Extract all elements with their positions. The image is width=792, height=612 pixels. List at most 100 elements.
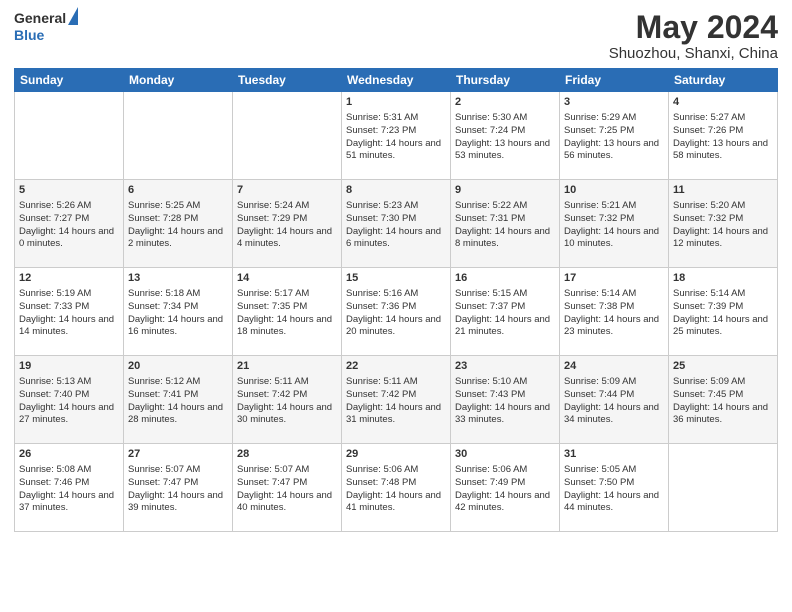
daylight-text: Daylight: 14 hours and 41 minutes. <box>346 490 446 516</box>
sunrise-text: Sunrise: 5:14 AM <box>673 288 773 301</box>
table-row: 2Sunrise: 5:30 AMSunset: 7:24 PMDaylight… <box>451 92 560 180</box>
sunset-text: Sunset: 7:32 PM <box>673 213 773 226</box>
calendar-header-row: Sunday Monday Tuesday Wednesday Thursday… <box>15 69 778 92</box>
sunrise-text: Sunrise: 5:29 AM <box>564 112 664 125</box>
daylight-text: Daylight: 14 hours and 31 minutes. <box>346 402 446 428</box>
sunrise-text: Sunrise: 5:05 AM <box>564 464 664 477</box>
day-number: 7 <box>237 183 337 198</box>
cell-content: 9Sunrise: 5:22 AMSunset: 7:31 PMDaylight… <box>455 183 555 251</box>
sunset-text: Sunset: 7:42 PM <box>346 389 446 402</box>
sunrise-text: Sunrise: 5:17 AM <box>237 288 337 301</box>
cell-content: 11 Sunrise: 5:20 AMSunset: 7:32 PMDayligh… <box>673 183 773 251</box>
cell-content: 17Sunrise: 5:14 AMSunset: 7:38 PMDayligh… <box>564 271 664 339</box>
cell-content: 6Sunrise: 5:25 AMSunset: 7:28 PMDaylight… <box>128 183 228 251</box>
day-number: 27 <box>128 447 228 462</box>
sunrise-text: Sunrise: 5:19 AM <box>19 288 119 301</box>
sunset-text: Sunset: 7:41 PM <box>128 389 228 402</box>
sunset-text: Sunset: 7:26 PM <box>673 125 773 138</box>
cell-content: 1Sunrise: 5:31 AMSunset: 7:23 PMDaylight… <box>346 95 446 163</box>
table-row: 3Sunrise: 5:29 AMSunset: 7:25 PMDaylight… <box>560 92 669 180</box>
table-row: 25Sunrise: 5:09 AMSunset: 7:45 PMDayligh… <box>669 356 778 444</box>
cell-content: 25Sunrise: 5:09 AMSunset: 7:45 PMDayligh… <box>673 359 773 427</box>
table-row: 5Sunrise: 5:26 AMSunset: 7:27 PMDaylight… <box>15 180 124 268</box>
sunset-text: Sunset: 7:43 PM <box>455 389 555 402</box>
calendar-week-row: 5Sunrise: 5:26 AMSunset: 7:27 PMDaylight… <box>15 180 778 268</box>
sunrise-text: Sunrise: 5:09 AM <box>564 376 664 389</box>
table-row: 6Sunrise: 5:25 AMSunset: 7:28 PMDaylight… <box>124 180 233 268</box>
table-row: 30Sunrise: 5:06 AMSunset: 7:49 PMDayligh… <box>451 444 560 532</box>
day-number: 29 <box>346 447 446 462</box>
cell-content: 18Sunrise: 5:14 AMSunset: 7:39 PMDayligh… <box>673 271 773 339</box>
sunset-text: Sunset: 7:47 PM <box>128 477 228 490</box>
sunset-text: Sunset: 7:47 PM <box>237 477 337 490</box>
table-row: 11 Sunrise: 5:20 AMSunset: 7:32 PMDayligh… <box>669 180 778 268</box>
daylight-text: Daylight: 13 hours and 58 minutes. <box>673 138 773 164</box>
table-row: 1Sunrise: 5:31 AMSunset: 7:23 PMDaylight… <box>342 92 451 180</box>
table-row: 14Sunrise: 5:17 AMSunset: 7:35 PMDayligh… <box>233 268 342 356</box>
table-row: 26Sunrise: 5:08 AMSunset: 7:46 PMDayligh… <box>15 444 124 532</box>
logo-blue: Blue <box>14 27 44 43</box>
sunrise-text: Sunrise: 5:31 AM <box>346 112 446 125</box>
day-number: 28 <box>237 447 337 462</box>
sunset-text: Sunset: 7:37 PM <box>455 301 555 314</box>
col-saturday: Saturday <box>669 69 778 92</box>
sunrise-text: Sunrise: 5:21 AM <box>564 200 664 213</box>
day-number: 3 <box>564 95 664 110</box>
logo: General Blue <box>14 10 78 45</box>
col-monday: Monday <box>124 69 233 92</box>
table-row: 23Sunrise: 5:10 AMSunset: 7:43 PMDayligh… <box>451 356 560 444</box>
day-number: 8 <box>346 183 446 198</box>
sunrise-text: Sunrise: 5:20 AM <box>673 200 773 213</box>
cell-content: 28Sunrise: 5:07 AMSunset: 7:47 PMDayligh… <box>237 447 337 515</box>
sunset-text: Sunset: 7:45 PM <box>673 389 773 402</box>
day-number: 17 <box>564 271 664 286</box>
daylight-text: Daylight: 14 hours and 12 minutes. <box>673 226 773 252</box>
day-number: 21 <box>237 359 337 374</box>
sunrise-text: Sunrise: 5:06 AM <box>346 464 446 477</box>
col-friday: Friday <box>560 69 669 92</box>
table-row: 24Sunrise: 5:09 AMSunset: 7:44 PMDayligh… <box>560 356 669 444</box>
cell-content: 3Sunrise: 5:29 AMSunset: 7:25 PMDaylight… <box>564 95 664 163</box>
sunset-text: Sunset: 7:32 PM <box>564 213 664 226</box>
daylight-text: Daylight: 14 hours and 6 minutes. <box>346 226 446 252</box>
col-sunday: Sunday <box>15 69 124 92</box>
sunset-text: Sunset: 7:33 PM <box>19 301 119 314</box>
cell-content: 31Sunrise: 5:05 AMSunset: 7:50 PMDayligh… <box>564 447 664 515</box>
sunrise-text: Sunrise: 5:26 AM <box>19 200 119 213</box>
table-row: 20Sunrise: 5:12 AMSunset: 7:41 PMDayligh… <box>124 356 233 444</box>
sunset-text: Sunset: 7:25 PM <box>564 125 664 138</box>
cell-content: 15Sunrise: 5:16 AMSunset: 7:36 PMDayligh… <box>346 271 446 339</box>
cell-content: 14Sunrise: 5:17 AMSunset: 7:35 PMDayligh… <box>237 271 337 339</box>
table-row: 4Sunrise: 5:27 AMSunset: 7:26 PMDaylight… <box>669 92 778 180</box>
table-row <box>15 92 124 180</box>
sunrise-text: Sunrise: 5:11 AM <box>237 376 337 389</box>
daylight-text: Daylight: 14 hours and 0 minutes. <box>19 226 119 252</box>
daylight-text: Daylight: 14 hours and 51 minutes. <box>346 138 446 164</box>
calendar-location: Shuozhou, Shanxi, China <box>609 45 778 62</box>
daylight-text: Daylight: 14 hours and 20 minutes. <box>346 314 446 340</box>
table-row: 21Sunrise: 5:11 AMSunset: 7:42 PMDayligh… <box>233 356 342 444</box>
day-number: 11 <box>673 183 773 198</box>
sunrise-text: Sunrise: 5:15 AM <box>455 288 555 301</box>
sunrise-text: Sunrise: 5:10 AM <box>455 376 555 389</box>
daylight-text: Daylight: 14 hours and 18 minutes. <box>237 314 337 340</box>
title-block: May 2024 Shuozhou, Shanxi, China <box>609 10 778 62</box>
table-row: 15Sunrise: 5:16 AMSunset: 7:36 PMDayligh… <box>342 268 451 356</box>
day-number: 24 <box>564 359 664 374</box>
daylight-text: Daylight: 14 hours and 37 minutes. <box>19 490 119 516</box>
daylight-text: Daylight: 14 hours and 10 minutes. <box>564 226 664 252</box>
calendar-week-row: 12Sunrise: 5:19 AMSunset: 7:33 PMDayligh… <box>15 268 778 356</box>
calendar-week-row: 26Sunrise: 5:08 AMSunset: 7:46 PMDayligh… <box>15 444 778 532</box>
table-row: 16Sunrise: 5:15 AMSunset: 7:37 PMDayligh… <box>451 268 560 356</box>
sunset-text: Sunset: 7:29 PM <box>237 213 337 226</box>
sunset-text: Sunset: 7:42 PM <box>237 389 337 402</box>
cell-content: 7Sunrise: 5:24 AMSunset: 7:29 PMDaylight… <box>237 183 337 251</box>
table-row <box>124 92 233 180</box>
day-number: 4 <box>673 95 773 110</box>
logo-general: General <box>14 10 66 27</box>
table-row: 17Sunrise: 5:14 AMSunset: 7:38 PMDayligh… <box>560 268 669 356</box>
daylight-text: Daylight: 14 hours and 8 minutes. <box>455 226 555 252</box>
sunset-text: Sunset: 7:24 PM <box>455 125 555 138</box>
cell-content: 12Sunrise: 5:19 AMSunset: 7:33 PMDayligh… <box>19 271 119 339</box>
daylight-text: Daylight: 14 hours and 23 minutes. <box>564 314 664 340</box>
